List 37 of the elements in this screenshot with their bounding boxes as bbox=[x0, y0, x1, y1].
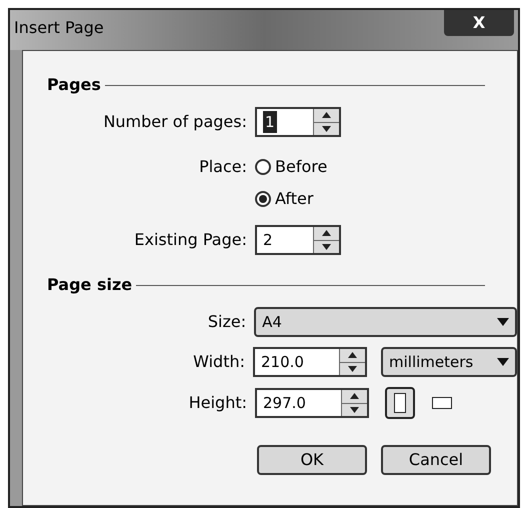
spin-down-icon[interactable] bbox=[340, 362, 365, 375]
spin-down-icon[interactable] bbox=[342, 404, 367, 416]
field-label: Number of pages: bbox=[103, 111, 247, 133]
close-button[interactable]: X bbox=[444, 10, 514, 36]
field-label: Size: bbox=[208, 311, 246, 333]
radio-icon[interactable] bbox=[255, 191, 271, 207]
section-heading: Page size bbox=[47, 274, 132, 296]
caret-icon bbox=[497, 318, 509, 326]
field-label: Existing Page: bbox=[134, 229, 247, 251]
window-title: Insert Page bbox=[14, 17, 104, 39]
field-value: 2 bbox=[263, 230, 273, 251]
dialog-button[interactable]: OK bbox=[257, 445, 367, 475]
spin-field[interactable]: 210.0 bbox=[253, 347, 367, 377]
spin-field[interactable]: 297.0 bbox=[255, 388, 369, 418]
spin-down-icon[interactable] bbox=[314, 122, 339, 135]
spin-field[interactable]: 2 bbox=[255, 225, 341, 255]
spin-up-icon[interactable] bbox=[314, 227, 339, 240]
field-label: Width: bbox=[193, 351, 245, 373]
spin-field[interactable]: 1 bbox=[255, 107, 341, 137]
field-label: Place: bbox=[199, 156, 247, 178]
field-value: 297.0 bbox=[263, 392, 306, 414]
spin-up-icon[interactable] bbox=[342, 390, 367, 404]
dropdown[interactable]: millimeters bbox=[381, 347, 517, 377]
caret-icon bbox=[497, 358, 509, 366]
spin-up-icon[interactable] bbox=[314, 109, 339, 122]
dialog-button[interactable]: Cancel bbox=[381, 445, 491, 475]
radio-option[interactable]: After bbox=[255, 187, 328, 211]
section-heading: Pages bbox=[47, 74, 101, 96]
spin-down-icon[interactable] bbox=[314, 240, 339, 253]
dropdown[interactable]: A4 bbox=[254, 307, 517, 337]
spin-up-icon[interactable] bbox=[340, 349, 365, 362]
radio-icon[interactable] bbox=[255, 159, 271, 175]
field-value: 1 bbox=[263, 110, 277, 134]
field-label: Height: bbox=[188, 392, 247, 414]
radio-option[interactable]: Before bbox=[255, 155, 328, 179]
field-value: 210.0 bbox=[261, 352, 304, 373]
portrait-icon[interactable] bbox=[385, 387, 415, 419]
